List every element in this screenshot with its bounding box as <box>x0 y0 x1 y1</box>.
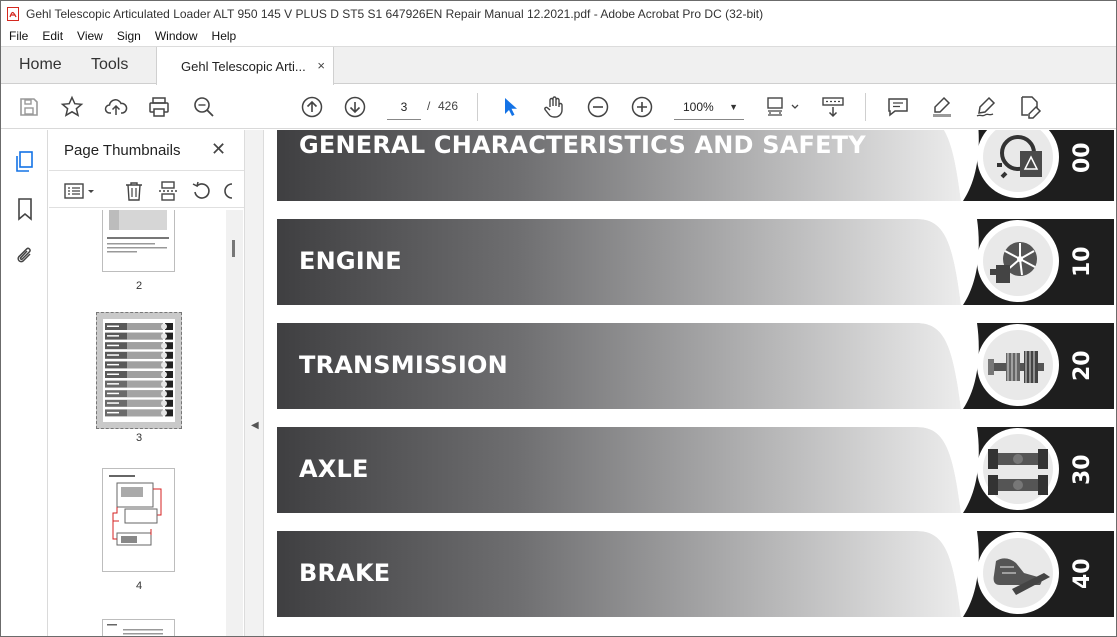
section-band-graphic <box>277 531 1114 617</box>
section-band-graphic <box>277 427 1114 513</box>
thumbnail-list: 2 3 4 <box>49 210 226 636</box>
section-code: 30 <box>1070 454 1095 486</box>
edit-pdf-icon[interactable] <box>1018 95 1042 119</box>
section-title: ENGINE <box>299 247 402 275</box>
document-view[interactable]: GENERAL CHARACTERISTICS AND SAFETY 00 ENGI… <box>265 130 1116 636</box>
thumbnail-label: 3 <box>135 432 143 444</box>
bookmark-icon[interactable] <box>14 197 36 221</box>
zoom-out-icon[interactable] <box>586 95 610 119</box>
section-band[interactable]: BRAKE 40 <box>277 531 1114 617</box>
page-total: 426 <box>438 99 459 113</box>
prev-page-icon[interactable] <box>300 95 324 119</box>
select-arrow-icon[interactable] <box>498 95 522 119</box>
star-icon[interactable] <box>60 95 84 119</box>
pdf-page: GENERAL CHARACTERISTICS AND SAFETY 00 ENGI… <box>277 130 1116 636</box>
tab-bar: Home Tools Gehl Telescopic Arti... × <box>1 46 1116 85</box>
page-separator: / <box>427 99 431 113</box>
options-menu-icon[interactable] <box>63 180 97 202</box>
print-icon[interactable] <box>147 95 171 119</box>
panel-splitter[interactable]: ◀ <box>244 130 264 636</box>
section-band[interactable]: TRANSMISSION 20 <box>277 323 1114 409</box>
toolbar-divider <box>477 93 478 121</box>
sign-icon[interactable] <box>974 95 998 119</box>
delete-page-icon[interactable] <box>123 180 145 202</box>
extract-pages-icon[interactable] <box>157 180 179 202</box>
toolbar-divider <box>865 93 866 121</box>
highlight-icon[interactable] <box>930 95 954 119</box>
menu-help[interactable]: Help <box>212 29 237 43</box>
collapse-panel-icon[interactable]: ◀ <box>251 420 259 431</box>
tab-home[interactable]: Home <box>19 56 62 74</box>
zoom-select[interactable]: 100% ▼ <box>674 94 744 120</box>
panel-toolbar <box>49 170 244 208</box>
thumbnail-label: 2 <box>135 280 143 292</box>
zoom-value: 100% <box>683 100 714 114</box>
section-title: BRAKE <box>299 559 391 587</box>
thumbnail-label: 4 <box>135 580 143 592</box>
tab-close-icon[interactable]: × <box>317 58 325 73</box>
rotate-left-icon[interactable] <box>191 180 213 202</box>
tab-tools[interactable]: Tools <box>91 56 128 74</box>
page-thumbnails-panel: Page Thumbnails ✕ 2 3 4 <box>49 130 244 636</box>
section-code: 00 <box>1070 142 1095 174</box>
scroll-mode-icon[interactable] <box>821 95 845 119</box>
section-band[interactable]: ENGINE 10 <box>277 219 1114 305</box>
menu-edit[interactable]: Edit <box>42 29 63 43</box>
section-band-graphic <box>277 219 1114 305</box>
section-code: 20 <box>1070 350 1095 382</box>
page-number-input[interactable]: 3 <box>387 94 421 120</box>
panel-title: Page Thumbnails <box>64 142 181 159</box>
section-title: AXLE <box>299 455 369 483</box>
left-rail <box>1 130 48 636</box>
tab-document-label: Gehl Telescopic Arti... <box>181 58 306 74</box>
section-code: 40 <box>1070 558 1095 590</box>
thumbnail-page-2[interactable] <box>102 210 175 272</box>
hand-icon[interactable] <box>542 95 566 119</box>
save-icon[interactable] <box>17 95 41 119</box>
section-code: 10 <box>1070 246 1095 278</box>
attachment-icon[interactable] <box>14 244 36 268</box>
next-page-icon[interactable] <box>343 95 367 119</box>
menu-bar: File Edit View Sign Window Help <box>1 26 1116 46</box>
menu-view[interactable]: View <box>77 29 103 43</box>
upload-icon[interactable] <box>104 95 128 119</box>
menu-file[interactable]: File <box>9 29 28 43</box>
menu-window[interactable]: Window <box>155 29 198 43</box>
section-band[interactable]: GENERAL CHARACTERISTICS AND SAFETY 00 <box>277 130 1114 201</box>
thumbnail-page-3-selected[interactable] <box>96 312 182 429</box>
close-icon[interactable]: ✕ <box>211 139 226 160</box>
title-bar: Gehl Telescopic Articulated Loader ALT 9… <box>1 1 1116 26</box>
tab-document[interactable]: Gehl Telescopic Arti... × <box>156 47 334 85</box>
main-toolbar: 3 / 426 100% ▼ <box>1 85 1116 129</box>
acrobat-window: Gehl Telescopic Articulated Loader ALT 9… <box>0 0 1117 637</box>
scrollbar-thumb[interactable] <box>232 240 235 257</box>
fit-page-icon[interactable] <box>765 95 801 119</box>
comment-icon[interactable] <box>886 95 910 119</box>
menu-sign[interactable]: Sign <box>117 29 141 43</box>
thumbnail-page-5[interactable] <box>102 619 175 636</box>
window-title: Gehl Telescopic Articulated Loader ALT 9… <box>26 6 764 21</box>
section-band[interactable]: AXLE 30 <box>277 427 1114 513</box>
section-title: GENERAL CHARACTERISTICS AND SAFETY <box>299 131 866 159</box>
rotate-right-icon[interactable] <box>223 180 235 202</box>
thumbnail-scrollbar[interactable] <box>226 210 243 636</box>
page-thumbnails-icon[interactable] <box>14 150 36 174</box>
thumbnail-page-4[interactable] <box>102 468 175 572</box>
chevron-down-icon: ▼ <box>729 102 738 112</box>
acrobat-app-icon <box>7 6 19 21</box>
section-title: TRANSMISSION <box>299 351 508 379</box>
zoom-search-icon[interactable] <box>192 95 216 119</box>
zoom-in-icon[interactable] <box>630 95 654 119</box>
